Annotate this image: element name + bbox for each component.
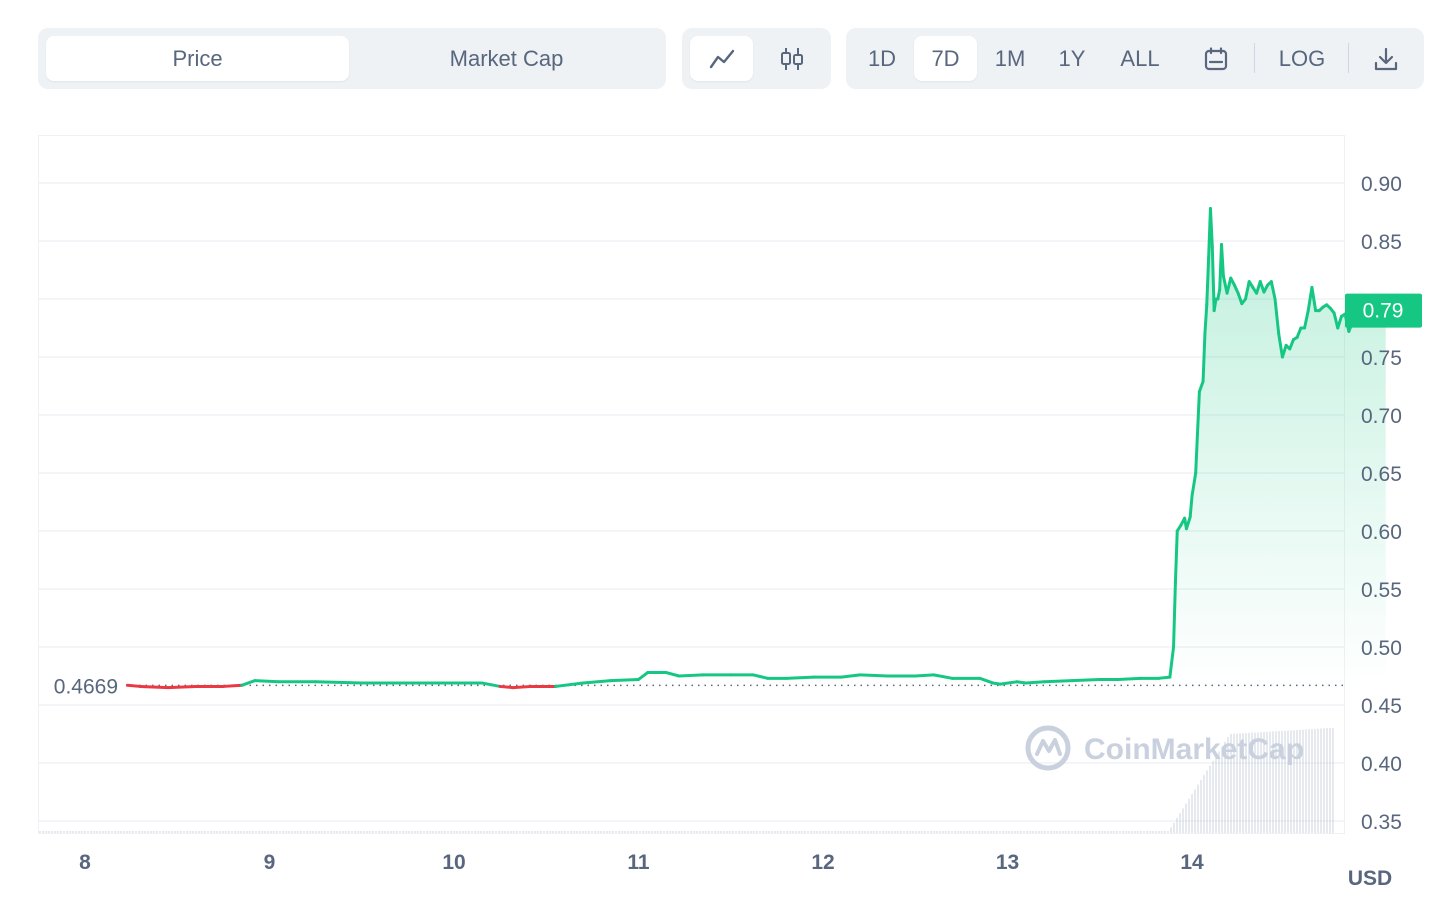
- price-segment: [1205, 256, 1211, 307]
- x-tick-label: 8: [79, 851, 91, 874]
- price-chart[interactable]: CoinMarketCap 0.4669 0.90 0.85 0.75 0.70 0.6…: [0, 0, 1456, 914]
- price-segment: [664, 671, 681, 678]
- x-tick-label: 14: [1180, 851, 1204, 874]
- y-tick-label: 0.50: [1361, 637, 1402, 660]
- price-segment: [677, 673, 705, 678]
- x-tick-label: 11: [627, 851, 650, 874]
- price-segment: [1173, 529, 1179, 585]
- price-segment: [1157, 675, 1172, 680]
- coinmarketcap-logo-icon: [1025, 725, 1071, 771]
- x-tick-label: 13: [996, 851, 1019, 874]
- current-price-badge: 0.79: [1345, 293, 1422, 328]
- price-segment: [498, 684, 515, 690]
- y-tick-label: 0.35: [1361, 811, 1402, 834]
- y-tick-label: 0.85: [1361, 231, 1402, 254]
- price-segment: [125, 683, 142, 688]
- price-segment: [784, 675, 816, 680]
- plot-frame: [38, 135, 1345, 834]
- y-tick-label: 0.60: [1361, 521, 1402, 544]
- price-segment: [166, 684, 198, 690]
- y-tick-label: 0.90: [1361, 173, 1402, 196]
- price-segment: [221, 683, 244, 688]
- y-tick-label: 0.65: [1361, 463, 1402, 486]
- price-segment: [553, 681, 585, 688]
- price-segment: [314, 680, 364, 685]
- grid-lines: [39, 182, 1344, 822]
- price-segment: [138, 684, 170, 690]
- price-segment: [1212, 297, 1218, 313]
- price-segment: [998, 680, 1019, 686]
- x-tick-label: 9: [264, 851, 276, 874]
- y-tick-label: 0.70: [1361, 405, 1402, 428]
- price-segment: [637, 671, 650, 681]
- price-segment: [1070, 677, 1102, 683]
- price-segment: [978, 676, 995, 685]
- price-area: [1169, 208, 1386, 686]
- price-segment: [511, 684, 533, 690]
- price-segment: [932, 673, 954, 680]
- y-tick-label: 0.75: [1361, 347, 1402, 370]
- watermark: CoinMarketCap: [1025, 725, 1304, 771]
- price-segment: [1210, 245, 1216, 313]
- y-tick-label: 0.45: [1361, 695, 1402, 718]
- x-tick-label: 12: [811, 851, 834, 874]
- price-segment: [1024, 680, 1046, 685]
- price-segment: [253, 679, 281, 684]
- price-segment: [1116, 676, 1142, 681]
- price-segment: [240, 679, 257, 687]
- x-axis: 8 9 10 11 12 13 14: [79, 851, 1204, 874]
- price-segment: [858, 673, 890, 678]
- y-tick-label: 0.55: [1361, 579, 1402, 602]
- watermark-text: CoinMarketCap: [1084, 733, 1304, 766]
- price-segment: [1172, 581, 1177, 649]
- price-segment: [913, 673, 936, 678]
- current-price-label: 0.79: [1363, 300, 1404, 323]
- price-segment: [1208, 207, 1214, 249]
- price-segment: [1203, 303, 1209, 336]
- price-segment: [751, 673, 770, 680]
- currency-label: USD: [1348, 867, 1392, 890]
- price-segment: [1201, 332, 1207, 383]
- reference-value-label: 0.4669: [54, 675, 118, 698]
- x-tick-label: 10: [442, 851, 465, 874]
- price-segment: [609, 677, 640, 683]
- price-segment: [1220, 242, 1225, 278]
- price-segment: [1042, 679, 1074, 684]
- price-segment: [1188, 494, 1194, 519]
- price-segment: [839, 673, 862, 679]
- price-segment: [581, 679, 613, 685]
- y-tick-label: 0.40: [1361, 753, 1402, 776]
